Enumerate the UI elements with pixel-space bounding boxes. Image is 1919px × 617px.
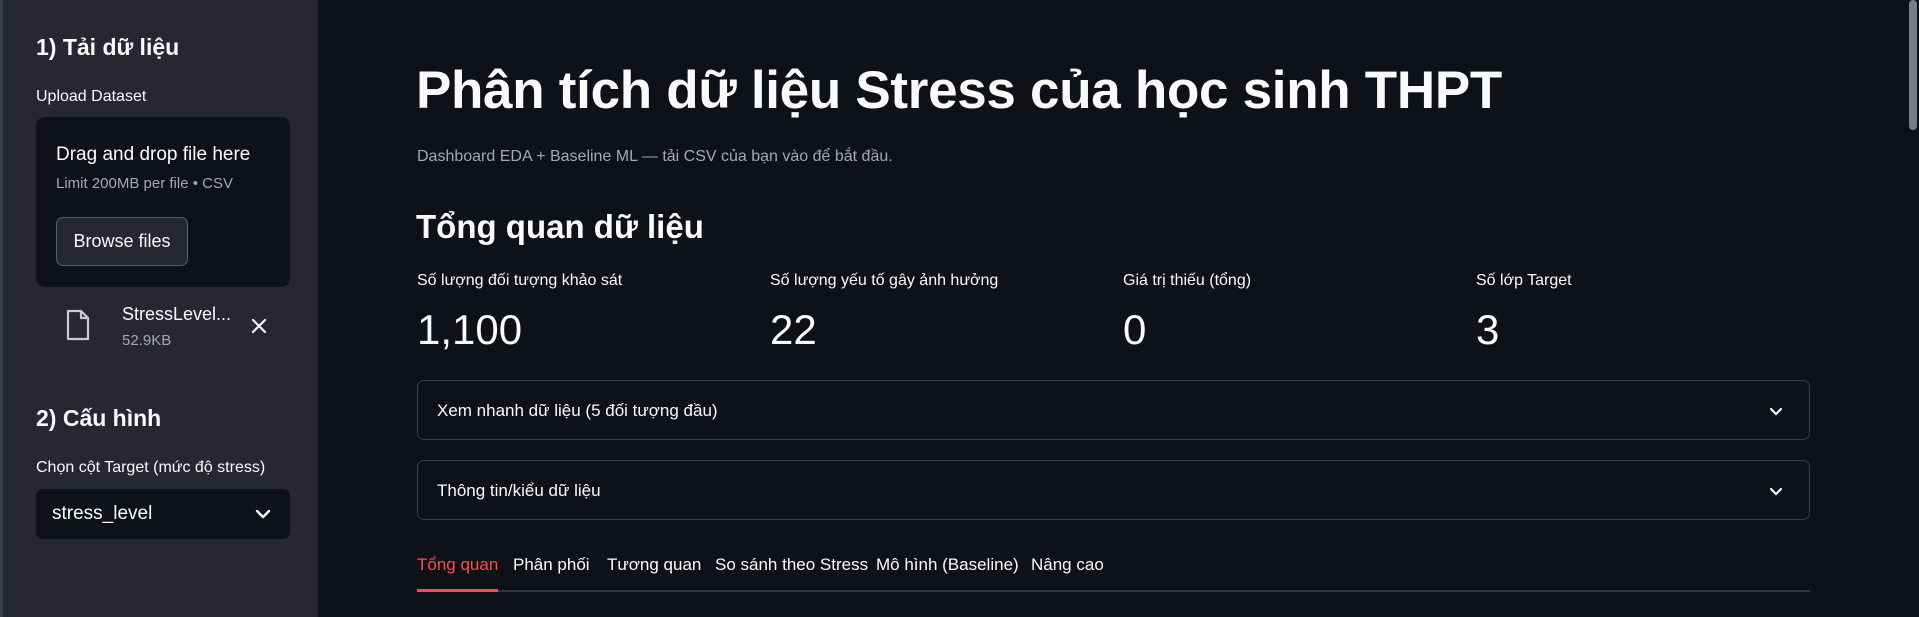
dropzone-limit: Limit 200MB per file • CSV [56, 175, 233, 192]
tab-correlation[interactable]: Tương quan [607, 555, 701, 592]
metric-respondents: Số lượng đối tượng khảo sát 1,100 [417, 272, 747, 354]
tab-distribution[interactable]: Phân phối [513, 555, 590, 592]
target-select-value: stress_level [52, 503, 153, 524]
target-select-label: Chọn cột Target (mức độ stress) [36, 459, 266, 476]
dropzone-title: Drag and drop file here [56, 144, 251, 165]
expander-dtypes[interactable]: Thông tin/kiểu dữ liệu [417, 460, 1810, 520]
chevron-down-icon [255, 509, 271, 519]
scrollbar[interactable] [1909, 0, 1917, 130]
metric-value: 22 [770, 306, 817, 353]
remove-file-button[interactable] [246, 313, 272, 339]
expander-label: Thông tin/kiểu dữ liệu [437, 481, 601, 500]
tab-baseline-model[interactable]: Mô hình (Baseline) [876, 555, 1019, 592]
tab-compare-stress[interactable]: So sánh theo Stress [715, 555, 868, 592]
metric-label: Giá trị thiếu (tổng) [1123, 272, 1252, 289]
metric-label: Số lượng đối tượng khảo sát [417, 272, 623, 289]
chevron-down-icon [1769, 407, 1783, 416]
sidebar: 1) Tải dữ liệu Upload Dataset Drag and d… [0, 0, 318, 617]
browse-files-button[interactable]: Browse files [56, 217, 188, 266]
metric-factors: Số lượng yếu tố gây ảnh hưởng 22 [770, 272, 1100, 354]
overview-heading: Tổng quan dữ liệu [416, 208, 704, 245]
uploaded-file: StressLevel... 52.9KB [36, 300, 290, 356]
chevron-down-icon [1769, 487, 1783, 496]
file-size: 52.9KB [122, 332, 172, 349]
metric-label: Số lượng yếu tố gây ảnh hưởng [770, 272, 999, 289]
tab-bar: Tổng quan Phân phối Tương quan So sánh t… [417, 552, 1810, 592]
close-icon [251, 318, 267, 334]
page-subtitle: Dashboard EDA + Baseline ML — tải CSV củ… [417, 148, 893, 165]
upload-label: Upload Dataset [36, 88, 147, 105]
file-dropzone[interactable]: Drag and drop file here Limit 200MB per … [36, 117, 290, 287]
metric-value: 1,100 [417, 306, 523, 353]
expander-preview[interactable]: Xem nhanh dữ liệu (5 đối tượng đầu) [417, 380, 1810, 440]
page-title: Phân tích dữ liệu Stress của học sinh TH… [416, 61, 1502, 120]
metric-target-classes: Số lớp Target 3 [1476, 272, 1806, 354]
section-title-config: 2) Cấu hình [36, 405, 162, 431]
metric-value: 3 [1476, 306, 1500, 353]
target-select[interactable]: stress_level [36, 489, 290, 539]
file-name: StressLevel... [122, 304, 232, 324]
tab-advanced[interactable]: Nâng cao [1031, 555, 1104, 592]
metric-label: Số lớp Target [1476, 272, 1572, 289]
tab-overview[interactable]: Tổng quan [417, 555, 499, 592]
file-icon [66, 309, 90, 341]
metric-value: 0 [1123, 306, 1147, 353]
section-title-upload: 1) Tải dữ liệu [36, 34, 180, 60]
expander-label: Xem nhanh dữ liệu (5 đối tượng đầu) [437, 401, 718, 420]
metric-missing: Giá trị thiếu (tổng) 0 [1123, 272, 1453, 354]
main-content: Phân tích dữ liệu Stress của học sinh TH… [318, 0, 1919, 617]
